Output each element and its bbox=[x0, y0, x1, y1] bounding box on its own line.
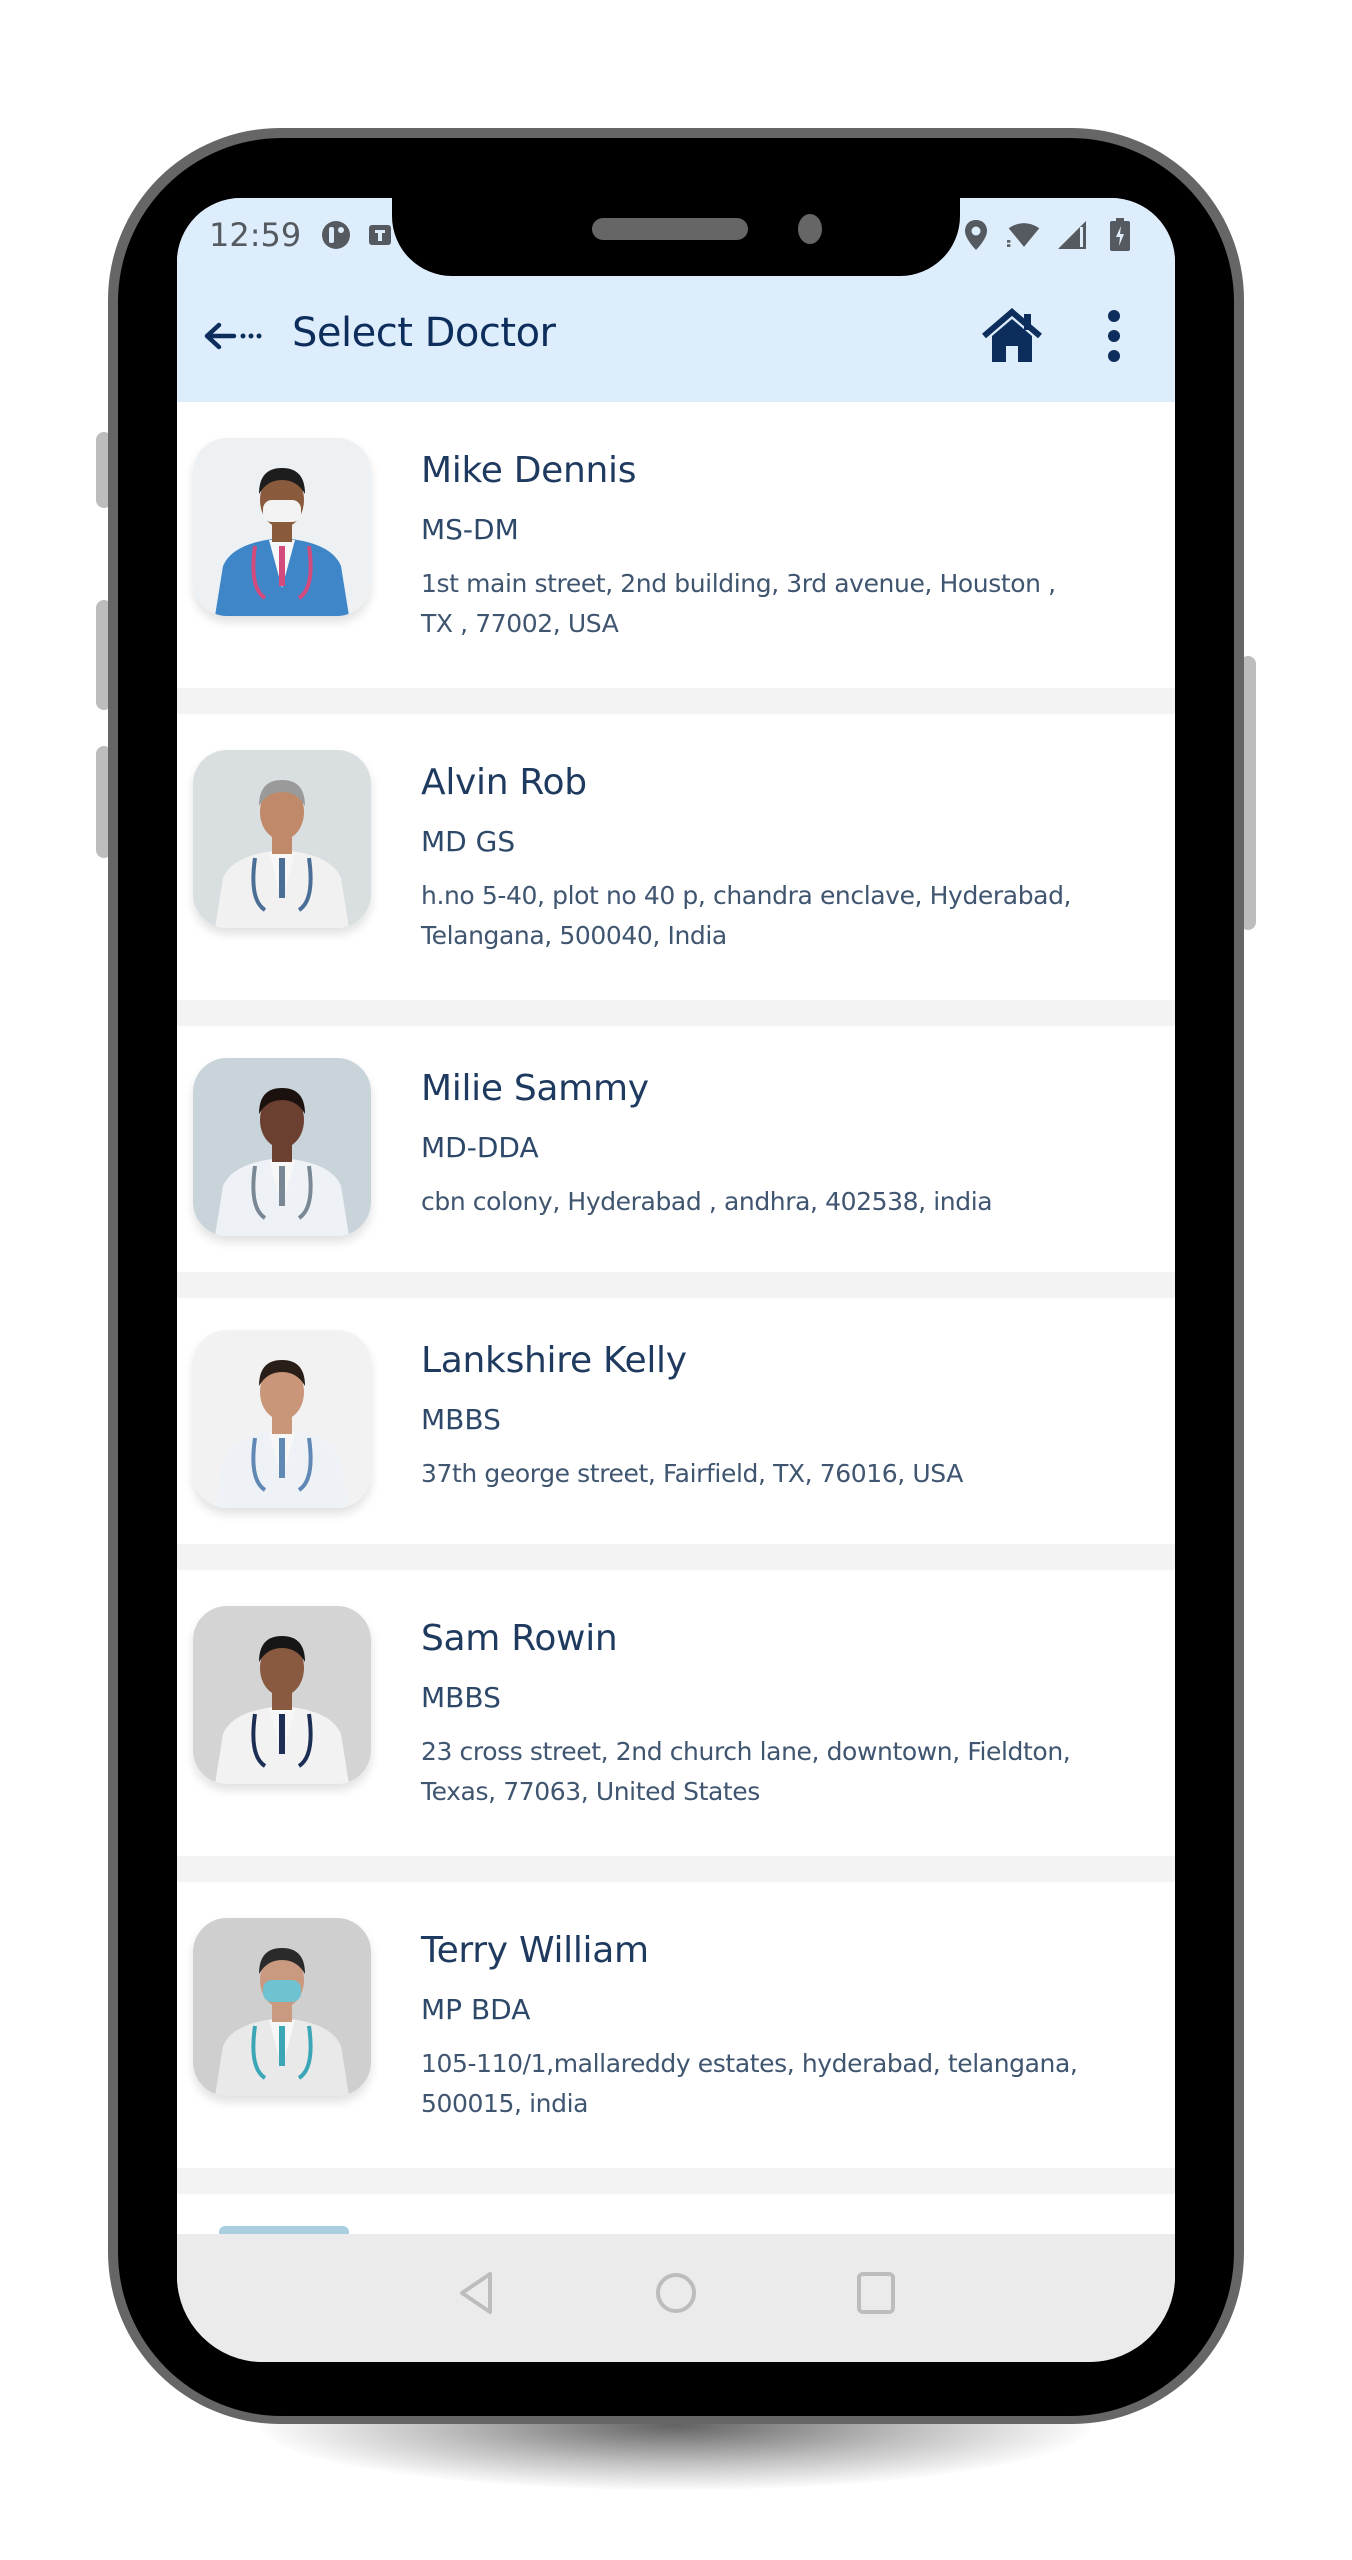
doctor-degree: MBBS bbox=[421, 1681, 501, 1714]
doctor-info: Sam Rowin MBBS 23 cross street, 2nd church… bbox=[421, 1618, 1167, 1812]
doctor-info: Terry William MP BDA 105-110/1,mallareddy … bbox=[421, 1930, 1167, 2124]
doctor-photo-icon bbox=[193, 1330, 371, 1508]
doctor-address-line: TX , 77002, USA bbox=[421, 609, 619, 638]
doctor-address-line: 500015, india bbox=[421, 2089, 589, 2118]
status-left-icons bbox=[319, 218, 397, 252]
doctor-name: Lankshire Kelly bbox=[421, 1340, 687, 1381]
doctor-address-line: cbn colony, Hyderabad , andhra, 402538, … bbox=[421, 1187, 993, 1216]
doctor-photo-icon bbox=[193, 750, 371, 928]
doctor-info: Milie Sammy MD-DDA cbn colony, Hyderabad ,… bbox=[421, 1068, 1167, 1222]
doctor-name: Mike Dennis bbox=[421, 450, 637, 491]
doctor-name: Terry William bbox=[421, 1930, 649, 1971]
doctor-degree: MD-DDA bbox=[421, 1131, 539, 1164]
doctor-card[interactable]: Milie Sammy MD-DDA cbn colony, Hyderabad ,… bbox=[177, 1026, 1175, 1272]
doctor-address-line: h.no 5-40, plot no 40 p, chandra enclave… bbox=[421, 881, 1072, 910]
doctor-address: h.no 5-40, plot no 40 p, chandra enclave… bbox=[421, 876, 1167, 956]
doctor-photo-icon bbox=[193, 438, 371, 616]
doctor-photo-icon bbox=[193, 1606, 371, 1784]
system-recents-button[interactable] bbox=[846, 2263, 906, 2323]
doctor-address-line: 23 cross street, 2nd church lane, downto… bbox=[421, 1737, 1071, 1766]
doctor-address-line: 105-110/1,mallareddy estates, hyderabad,… bbox=[421, 2049, 1078, 2078]
doctor-address: cbn colony, Hyderabad , andhra, 402538, … bbox=[421, 1182, 1167, 1222]
home-icon bbox=[982, 308, 1042, 362]
doctor-avatar bbox=[193, 438, 371, 616]
doctor-avatar bbox=[193, 1918, 371, 2096]
back-button[interactable] bbox=[199, 308, 269, 364]
doctor-info: Lankshire Kelly MBBS 37th george street, F… bbox=[421, 1340, 1167, 1494]
doctor-degree: MS-DM bbox=[421, 513, 519, 546]
doctor-card[interactable]: Alvin Rob MD GS h.no 5-40, plot no 40 p, c… bbox=[177, 714, 1175, 1000]
doctor-avatar bbox=[193, 1330, 371, 1508]
home-button[interactable] bbox=[977, 304, 1047, 368]
doctor-card[interactable]: Lankshire Kelly MBBS 37th george street, F… bbox=[177, 1298, 1175, 1544]
doctor-list: Mike Dennis MS-DM 1st main street, 2nd bui… bbox=[177, 402, 1175, 2242]
doctor-card[interactable]: Sam Rowin MBBS 23 cross street, 2nd church… bbox=[177, 1570, 1175, 1856]
location-icon bbox=[959, 218, 993, 252]
doctor-card[interactable]: Mike Dennis MS-DM 1st main street, 2nd bui… bbox=[177, 402, 1175, 688]
page-title: Select Doctor bbox=[292, 310, 556, 356]
doctor-address: 1st main street, 2nd building, 3rd avenu… bbox=[421, 564, 1167, 644]
app-notification-icon bbox=[319, 218, 353, 252]
doctor-address: 37th george street, Fairfield, TX, 76016… bbox=[421, 1454, 1167, 1494]
doctor-info: Alvin Rob MD GS h.no 5-40, plot no 40 p, c… bbox=[421, 762, 1167, 956]
back-arrow-icon bbox=[204, 322, 262, 350]
system-navigation-bar bbox=[177, 2234, 1175, 2362]
nav-back-icon bbox=[460, 2272, 492, 2314]
system-home-button[interactable] bbox=[646, 2263, 706, 2323]
doctor-degree: MD GS bbox=[421, 825, 516, 858]
doctor-degree: MBBS bbox=[421, 1403, 501, 1436]
doctor-avatar bbox=[193, 750, 371, 928]
nav-home-icon bbox=[656, 2273, 696, 2313]
status-time: 12:59 bbox=[209, 216, 302, 254]
doctor-avatar bbox=[219, 2226, 349, 2234]
doctor-card[interactable]: Terry William MP BDA 105-110/1,mallareddy … bbox=[177, 1882, 1175, 2168]
doctor-info: Mike Dennis MS-DM 1st main street, 2nd bui… bbox=[421, 450, 1167, 644]
battery-charging-icon bbox=[1103, 218, 1137, 252]
system-back-button[interactable] bbox=[446, 2263, 506, 2323]
phone-notch bbox=[392, 190, 960, 276]
more-vertical-icon bbox=[1108, 310, 1120, 362]
wifi-icon bbox=[1007, 218, 1041, 252]
doctor-name: Sam Rowin bbox=[421, 1618, 618, 1659]
doctor-address-line: 37th george street, Fairfield, TX, 76016… bbox=[421, 1459, 963, 1488]
earpiece-speaker bbox=[592, 218, 748, 240]
more-options-button[interactable] bbox=[1089, 304, 1139, 368]
doctor-address-line: Texas, 77063, United States bbox=[421, 1777, 760, 1806]
front-camera bbox=[798, 214, 822, 244]
doctor-degree: MP BDA bbox=[421, 1993, 531, 2026]
doctor-photo-icon bbox=[193, 1058, 371, 1236]
doctor-avatar bbox=[193, 1606, 371, 1784]
doctor-avatar bbox=[193, 1058, 371, 1236]
doctor-address: 105-110/1,mallareddy estates, hyderabad,… bbox=[421, 2044, 1167, 2124]
doctor-name: Milie Sammy bbox=[421, 1068, 649, 1109]
doctor-photo-icon bbox=[193, 1918, 371, 2096]
status-right-icons bbox=[959, 218, 1137, 252]
signal-icon bbox=[1055, 218, 1089, 252]
phone-screen: 12:59 Select Doctor Mike Dennis MS-DM 1s… bbox=[177, 198, 1175, 2362]
doctor-name: Alvin Rob bbox=[421, 762, 587, 803]
nav-recents-icon bbox=[857, 2272, 895, 2314]
doctor-address-line: 1st main street, 2nd building, 3rd avenu… bbox=[421, 569, 1056, 598]
doctor-address: 23 cross street, 2nd church lane, downto… bbox=[421, 1732, 1167, 1812]
doctor-address-line: Telangana, 500040, India bbox=[421, 921, 727, 950]
